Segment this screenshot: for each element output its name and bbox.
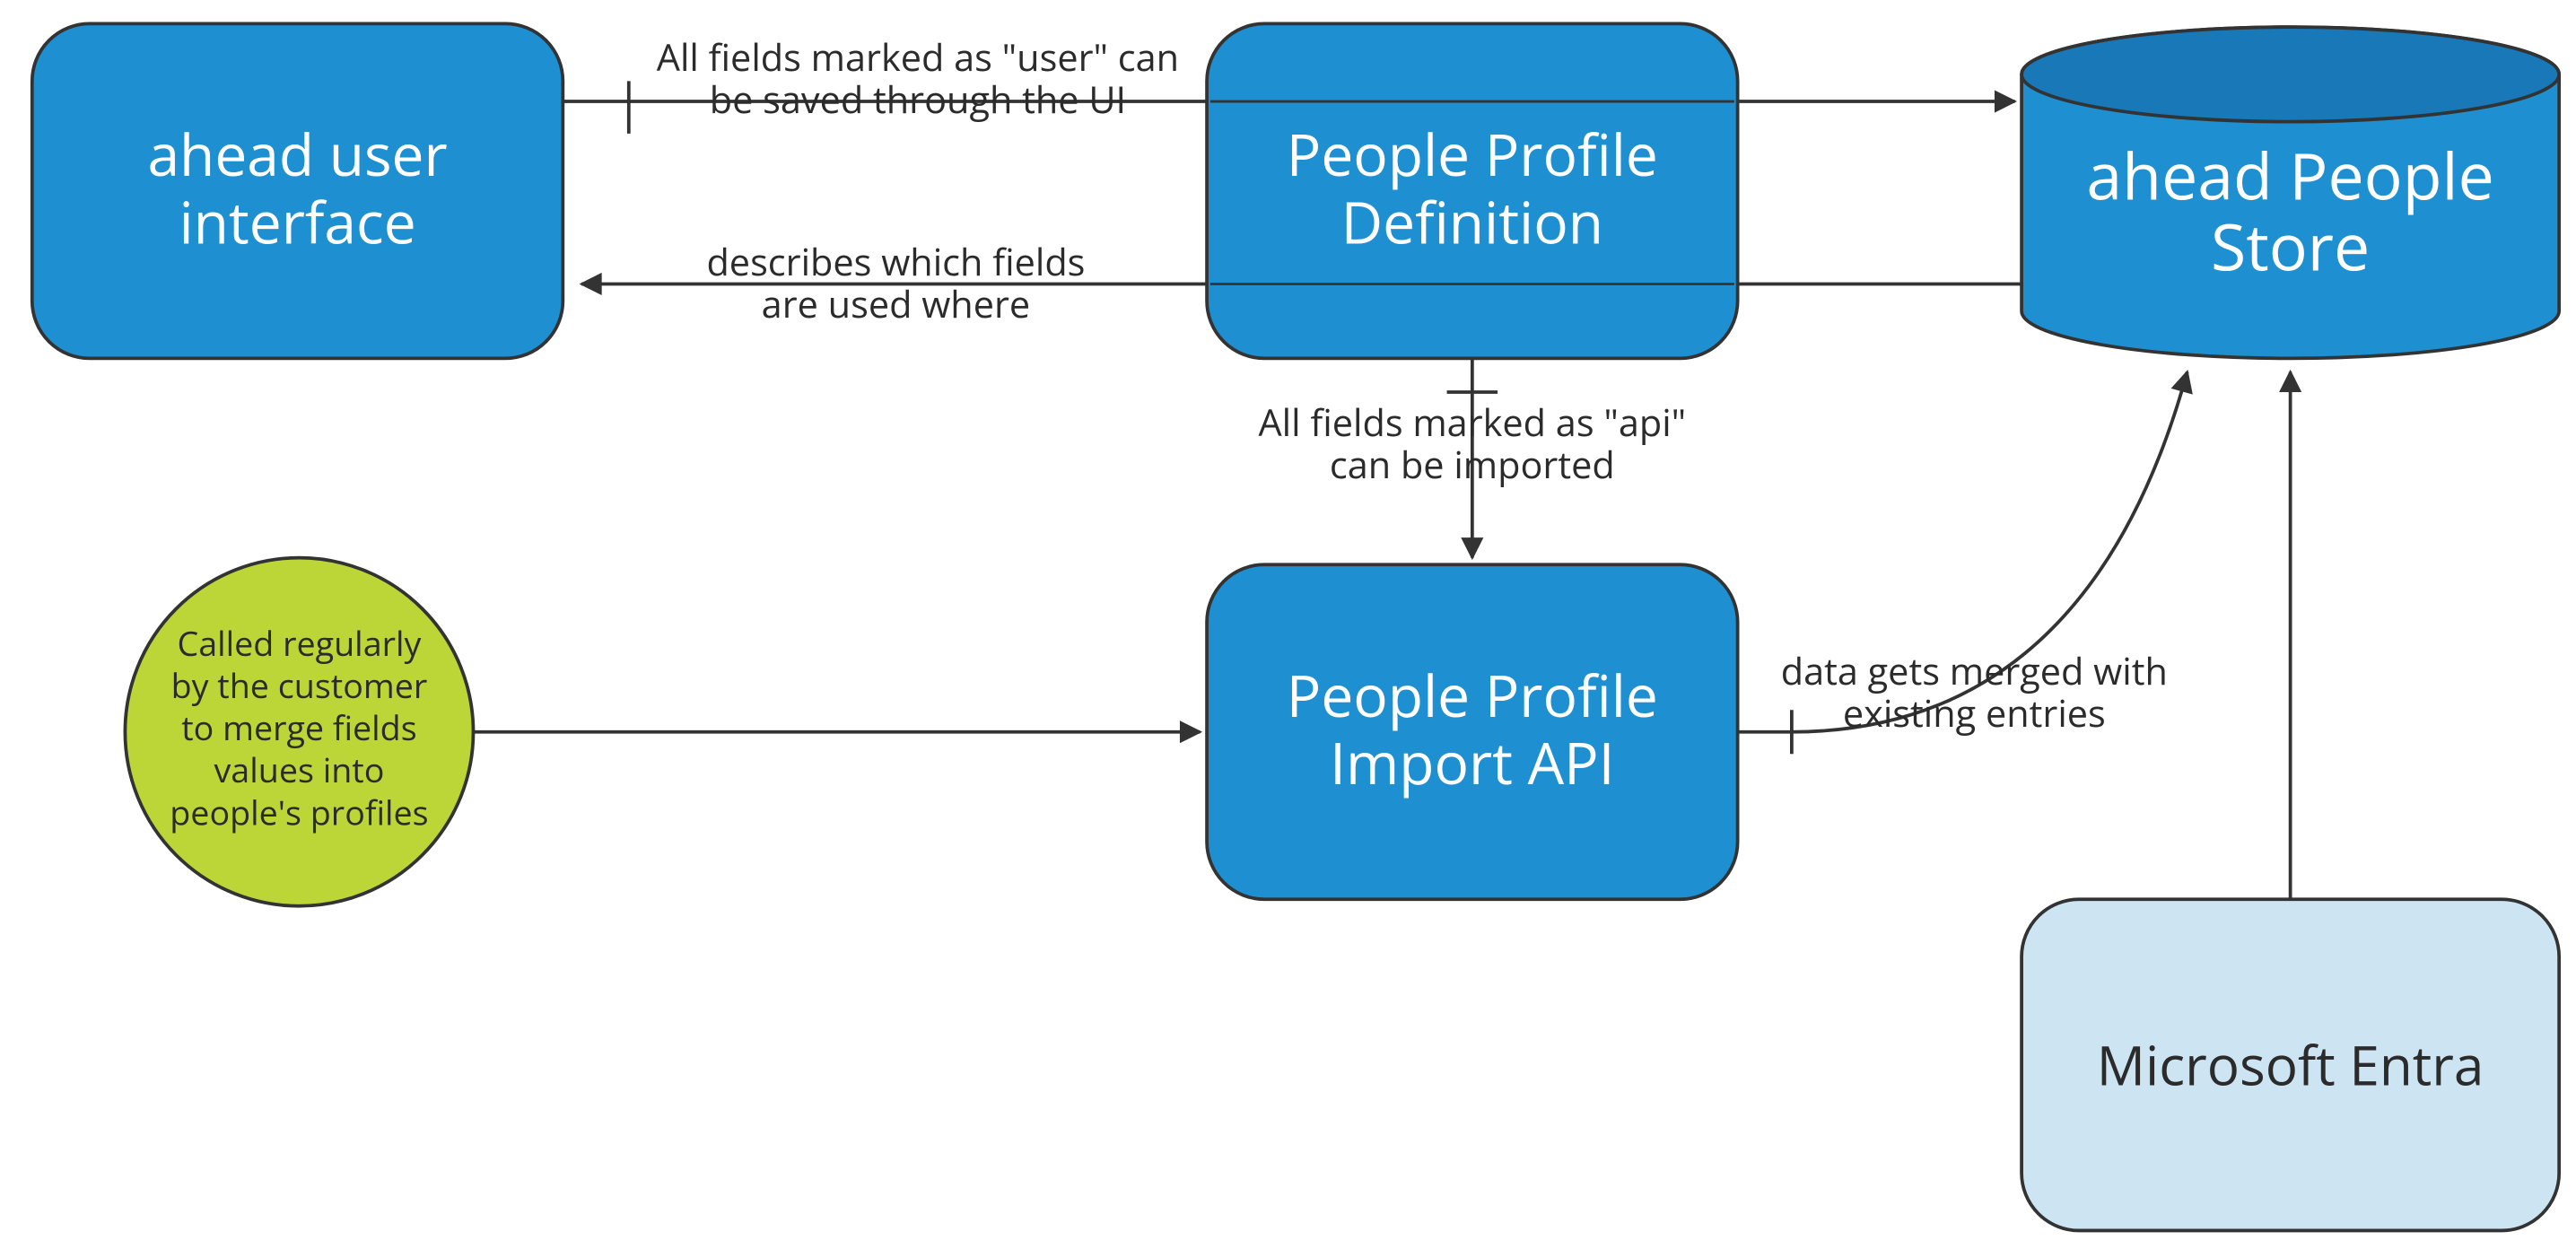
node-ppd-label-2: Definition [1341,182,1603,260]
node-api-label-1: People Profile [1287,656,1658,734]
node-entra-label: Microsoft Entra [2097,1027,2484,1101]
edge-api-to-store: data gets merged with existing entries [1738,371,2187,754]
node-microsoft-entra: Microsoft Entra [2022,899,2559,1230]
edge-api-to-store-label-2: existing entries [1843,688,2106,738]
circle-label-1: Called regularly [178,621,422,667]
node-circle-note: Called regularly by the customer to merg… [125,558,473,906]
edge-ppd-to-api: All fields marked as "api" can be import… [1258,358,1686,557]
node-api-label-2: Import API [1330,723,1614,801]
edge-ui-to-ppd: All fields marked as "user" can be saved… [563,32,1207,134]
edge-ui-to-ppd-label-2: be saved through the UI [710,74,1126,125]
node-ahead-user-interface: ahead user interface [32,23,563,358]
edge-ppd-to-api-label-2: can be imported [1330,440,1615,490]
node-store-label-2: Store [2211,201,2370,289]
node-ahead-people-store: ahead People Store [2022,27,2559,358]
edge-ppd-to-ui: describes which fields are used where [581,237,1207,329]
node-ui-label-2: interface [179,182,415,260]
node-ppd-label-1: People Profile [1287,115,1658,193]
architecture-diagram: ahead user interface People Profile Defi… [0,0,2576,1247]
edge-ppd-to-ui-label-2: are used where [762,279,1031,329]
circle-label-4: values into [214,747,385,793]
node-ui-label-1: ahead user [147,115,447,193]
circle-label-3: to merge fields [181,705,416,751]
circle-label-2: by the customer [171,663,428,709]
node-people-profile-import-api: People Profile Import API [1207,564,1738,899]
node-people-profile-definition: People Profile Definition [1207,23,1738,358]
circle-label-5: people's profiles [170,790,428,835]
